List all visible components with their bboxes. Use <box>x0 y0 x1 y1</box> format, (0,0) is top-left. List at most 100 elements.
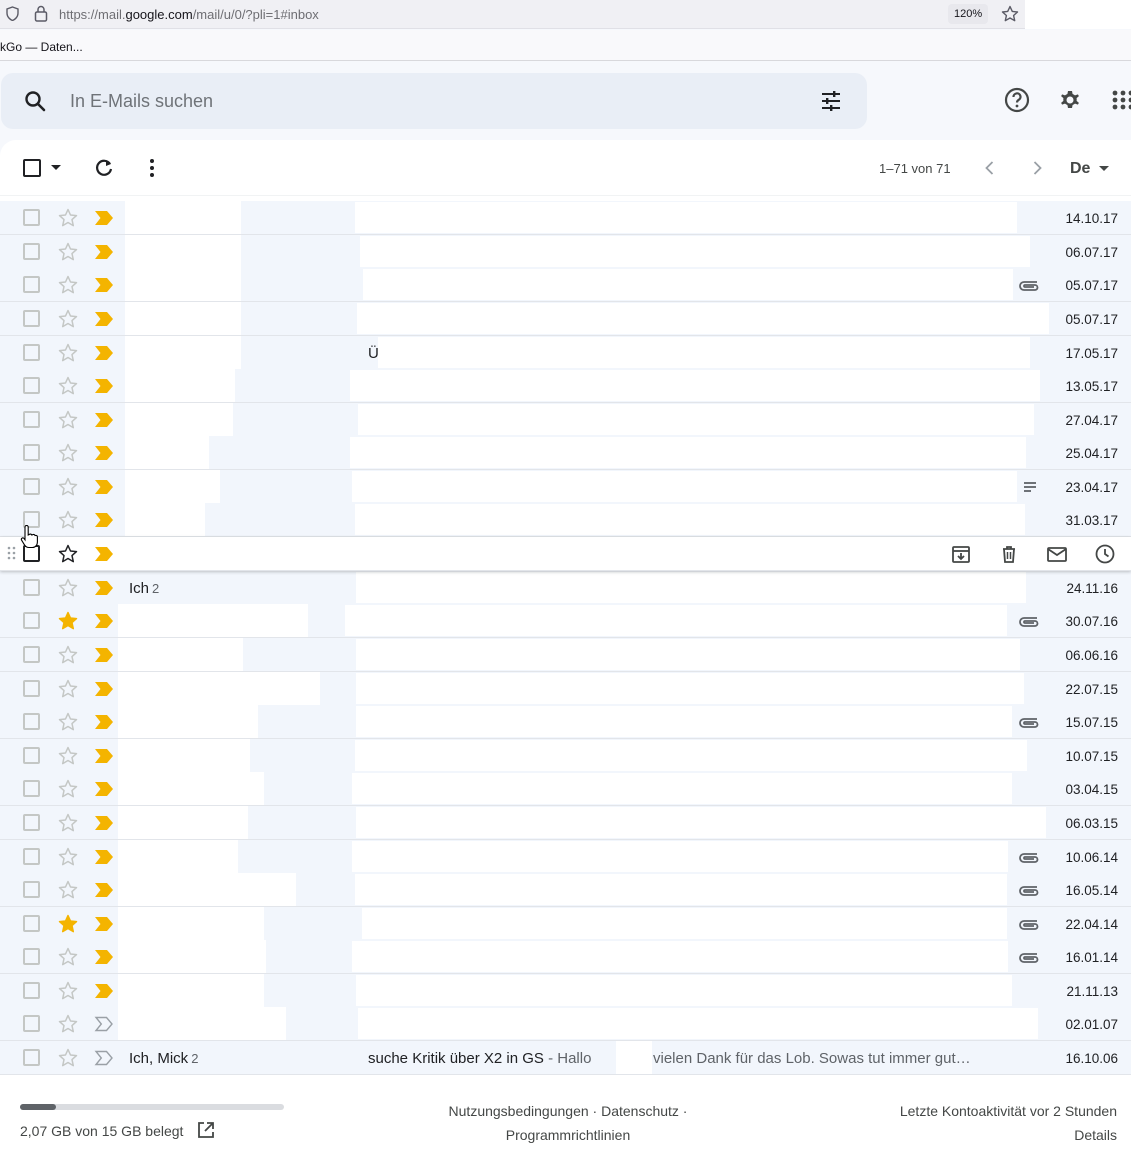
star-icon[interactable] <box>57 476 79 498</box>
row-checkbox[interactable] <box>23 747 40 764</box>
apps-grid-icon[interactable] <box>1110 86 1131 114</box>
row-checkbox[interactable] <box>23 411 40 428</box>
email-row[interactable]: 21.11.13 <box>0 974 1131 1008</box>
star-icon[interactable] <box>57 375 79 397</box>
star-icon[interactable] <box>57 1013 79 1035</box>
email-row[interactable]: 314.10.17 <box>0 201 1131 235</box>
star-icon[interactable] <box>57 980 79 1002</box>
row-checkbox[interactable] <box>23 680 40 697</box>
important-marker-icon[interactable] <box>93 345 115 361</box>
important-marker-icon[interactable] <box>93 681 115 697</box>
bookmark-star-icon[interactable] <box>1000 4 1020 24</box>
email-row[interactable]: 27.04.17 <box>0 403 1131 437</box>
important-marker-icon[interactable] <box>93 949 115 965</box>
row-checkbox[interactable] <box>23 310 40 327</box>
email-row[interactable]: 05.07.17 <box>0 302 1131 336</box>
email-row[interactable]: 23.04.17 <box>0 470 1131 504</box>
row-checkbox[interactable] <box>23 814 40 831</box>
email-row[interactable]: 22.07.15 <box>0 672 1131 706</box>
important-marker-icon[interactable] <box>93 613 115 629</box>
star-icon[interactable] <box>57 946 79 968</box>
email-row[interactable]: Ü 17.05.17 <box>0 336 1131 370</box>
input-tools-caret[interactable] <box>1099 166 1109 171</box>
star-icon[interactable] <box>57 409 79 431</box>
email-row[interactable]: 06.03.15 <box>0 806 1131 840</box>
important-marker-icon[interactable] <box>93 1050 115 1066</box>
email-row[interactable]: 10.07.15 <box>0 739 1131 773</box>
email-row[interactable] <box>0 537 1131 571</box>
older-page-icon[interactable] <box>1027 158 1047 178</box>
row-checkbox[interactable] <box>23 646 40 663</box>
important-marker-icon[interactable] <box>93 983 115 999</box>
row-checkbox[interactable] <box>23 713 40 730</box>
star-icon[interactable] <box>57 745 79 767</box>
important-marker-icon[interactable] <box>93 781 115 797</box>
row-checkbox[interactable] <box>23 948 40 965</box>
input-tools-label[interactable]: De <box>1070 160 1090 178</box>
row-checkbox[interactable] <box>23 209 40 226</box>
star-icon[interactable] <box>57 778 79 800</box>
star-icon[interactable] <box>57 241 79 263</box>
important-marker-icon[interactable] <box>93 849 115 865</box>
star-icon[interactable] <box>57 308 79 330</box>
email-row[interactable]: 03.04.15 <box>0 772 1131 806</box>
important-marker-icon[interactable] <box>93 277 115 293</box>
star-icon[interactable] <box>57 342 79 364</box>
email-row[interactable]: 06.06.16 <box>0 638 1131 672</box>
star-icon[interactable] <box>57 509 79 531</box>
important-marker-icon[interactable] <box>93 916 115 932</box>
row-checkbox[interactable] <box>23 243 40 260</box>
search-bar[interactable]: In E-Mails suchen <box>1 73 867 129</box>
row-checkbox[interactable] <box>23 612 40 629</box>
row-checkbox[interactable] <box>23 344 40 361</box>
row-checkbox[interactable] <box>23 1049 40 1066</box>
important-marker-icon[interactable] <box>93 412 115 428</box>
row-checkbox[interactable] <box>23 478 40 495</box>
settings-gear-icon[interactable] <box>1056 86 1084 114</box>
open-external-icon[interactable] <box>196 1120 216 1140</box>
star-icon[interactable] <box>57 879 79 901</box>
star-icon[interactable] <box>57 644 79 666</box>
email-row[interactable]: 06.07.17 <box>0 235 1131 269</box>
important-marker-icon[interactable] <box>93 580 115 596</box>
important-marker-icon[interactable] <box>93 479 115 495</box>
drag-handle-icon[interactable] <box>7 546 17 562</box>
row-checkbox[interactable] <box>23 579 40 596</box>
star-icon[interactable] <box>57 207 79 229</box>
email-row[interactable]: 16.01.14 <box>0 940 1131 974</box>
email-row[interactable]: 05.07.17 <box>0 268 1131 302</box>
important-marker-icon[interactable] <box>93 647 115 663</box>
row-checkbox[interactable] <box>23 881 40 898</box>
important-marker-icon[interactable] <box>93 445 115 461</box>
email-row[interactable]: 15.07.15 <box>0 705 1131 739</box>
important-marker-icon[interactable] <box>93 815 115 831</box>
star-icon[interactable] <box>57 711 79 733</box>
more-options-icon[interactable] <box>141 157 163 179</box>
important-marker-icon[interactable] <box>93 311 115 327</box>
email-row[interactable]: 22.04.14 <box>0 907 1131 941</box>
archive-icon[interactable] <box>950 543 972 565</box>
mark-unread-icon[interactable] <box>1046 543 1068 565</box>
search-input[interactable]: In E-Mails suchen <box>70 91 213 112</box>
row-checkbox[interactable] <box>23 444 40 461</box>
star-icon[interactable] <box>57 274 79 296</box>
refresh-icon[interactable] <box>93 157 115 179</box>
star-icon[interactable] <box>57 442 79 464</box>
lock-icon[interactable] <box>34 5 48 22</box>
star-icon[interactable] <box>57 577 79 599</box>
zoom-level[interactable]: 120% <box>948 4 989 24</box>
email-row[interactable]: 231.03.17 <box>0 503 1131 537</box>
row-checkbox[interactable] <box>23 276 40 293</box>
star-icon[interactable] <box>57 1047 79 1069</box>
row-checkbox[interactable] <box>23 848 40 865</box>
important-marker-icon[interactable] <box>93 210 115 226</box>
important-marker-icon[interactable] <box>93 714 115 730</box>
star-icon[interactable] <box>57 543 79 565</box>
important-marker-icon[interactable] <box>93 244 115 260</box>
star-icon[interactable] <box>57 812 79 834</box>
email-row[interactable]: 30.07.16 <box>0 604 1131 638</box>
footer-links-line2[interactable]: Programmrichtlinien <box>420 1123 716 1147</box>
search-options-icon[interactable] <box>819 89 843 113</box>
email-row[interactable]: 10.06.14 <box>0 840 1131 874</box>
email-row[interactable]: Ich, Mick 2 suche Kritik über X2 in GS - H… <box>0 1041 1131 1075</box>
